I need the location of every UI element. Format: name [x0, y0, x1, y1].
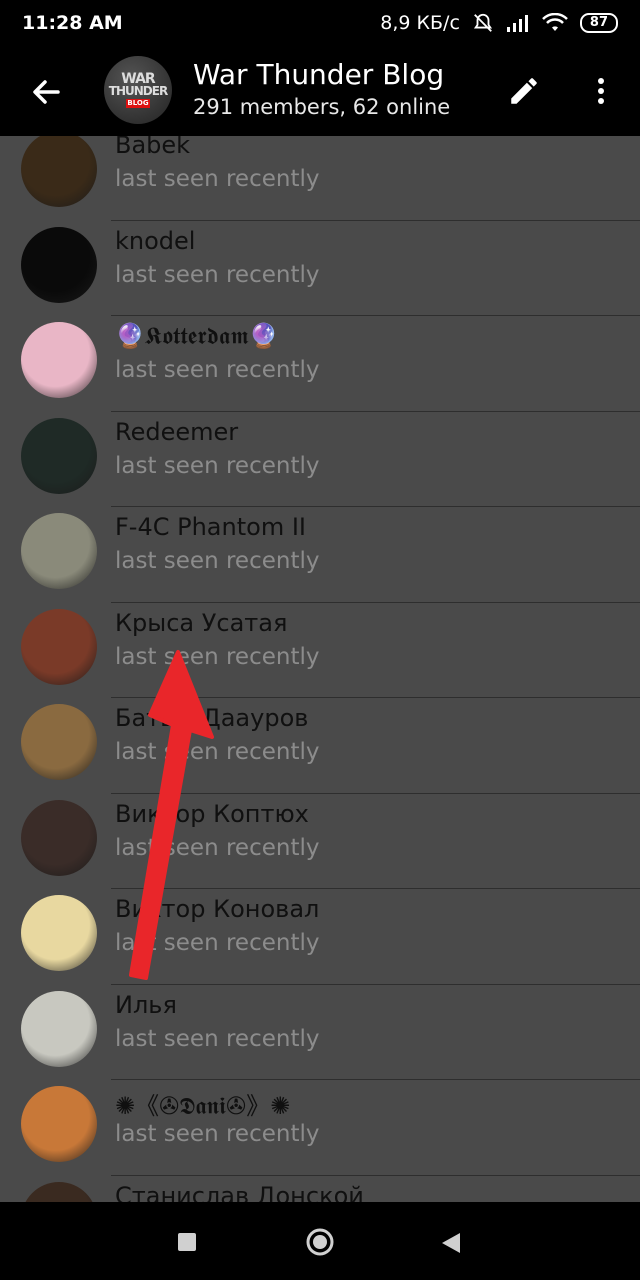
- member-status: last seen recently: [115, 166, 320, 192]
- status-bar: 11:28 AM 8,9 КБ/с 87: [0, 0, 640, 46]
- group-avatar-line-2: THUNDER: [108, 84, 168, 98]
- status-icons: 8,9 КБ/с 87: [380, 12, 618, 34]
- member-name: Виктор Коновал: [115, 895, 320, 923]
- member-name: Батыр Даауров: [115, 704, 309, 732]
- member-avatar[interactable]: [21, 1086, 97, 1162]
- member-name: knodel: [115, 226, 196, 255]
- member-name: F-4C Phantom II: [115, 513, 306, 541]
- member-avatar[interactable]: [21, 226, 97, 303]
- member-status: last seen recently: [115, 643, 320, 670]
- member-row[interactable]: knodel last seen recently: [0, 221, 640, 316]
- home-circle-icon[interactable]: [305, 1227, 335, 1257]
- chat-header: WAR THUNDER BLOG War Thunder Blog 291 me…: [0, 46, 640, 136]
- status-time: 11:28 AM: [22, 12, 123, 34]
- member-avatar[interactable]: [21, 1181, 97, 1202]
- signal-icon: [506, 15, 528, 32]
- group-title[interactable]: War Thunder Blog: [193, 58, 444, 91]
- member-status: last seen recently: [115, 1121, 320, 1147]
- member-status: last seen recently: [115, 357, 320, 383]
- member-row[interactable]: Redeemer last seen recently: [0, 412, 640, 507]
- member-status: last seen recently: [115, 834, 320, 861]
- wifi-icon: [542, 13, 568, 31]
- system-nav-bar: [0, 1202, 640, 1280]
- member-avatar[interactable]: [21, 322, 97, 398]
- mute-icon: [473, 13, 492, 32]
- member-avatar[interactable]: [21, 513, 97, 589]
- back-arrow-icon[interactable]: [26, 72, 66, 112]
- member-avatar[interactable]: [21, 990, 97, 1067]
- battery-indicator: 87: [579, 13, 618, 33]
- member-row[interactable]: Станислав Донской: [0, 1176, 640, 1203]
- member-status: last seen recently: [115, 452, 320, 479]
- group-avatar[interactable]: WAR THUNDER BLOG: [104, 56, 172, 124]
- member-row[interactable]: Крыса Усатая last seen recently: [0, 603, 640, 698]
- recents-square-icon[interactable]: [177, 1232, 197, 1252]
- member-row[interactable]: Батыр Даауров last seen recently: [0, 698, 640, 794]
- member-avatar[interactable]: [21, 895, 97, 971]
- member-row[interactable]: 🔮𝕶𝖔𝖙𝖙𝖊𝖗𝖉𝖆𝖒🔮 last seen recently: [0, 316, 640, 412]
- member-avatar[interactable]: [21, 608, 97, 685]
- member-avatar[interactable]: [21, 799, 97, 876]
- member-name: Redeemer: [115, 417, 239, 446]
- member-status: last seen recently: [115, 930, 320, 956]
- more-vert-icon[interactable]: [586, 74, 616, 108]
- member-name: Babek: [115, 136, 191, 159]
- member-row[interactable]: F-4C Phantom II last seen recently: [0, 507, 640, 603]
- member-avatar[interactable]: [21, 136, 97, 207]
- member-row[interactable]: ✺《✇𝕯𝖆𝖓𝖎✇》✺ last seen recently: [0, 1080, 640, 1176]
- member-name: 🔮𝕶𝖔𝖙𝖙𝖊𝖗𝖉𝖆𝖒🔮: [115, 322, 279, 350]
- member-name: Илья: [115, 990, 177, 1019]
- member-status: last seen recently: [115, 1025, 320, 1052]
- member-list: Babek last seen recently knodel last seen r…: [0, 136, 640, 1202]
- member-row[interactable]: Виктор Коновал last seen recently: [0, 889, 640, 985]
- member-avatar[interactable]: [21, 704, 97, 780]
- member-name: ✺《✇𝕯𝖆𝖓𝖎✇》✺: [115, 1092, 291, 1120]
- back-triangle-icon[interactable]: [440, 1231, 462, 1255]
- member-row[interactable]: Илья last seen recently: [0, 985, 640, 1080]
- group-subtitle: 291 members, 62 online: [193, 95, 451, 119]
- member-name: Виктор Коптюх: [115, 799, 309, 828]
- member-status: last seen recently: [115, 261, 320, 288]
- network-speed: 8,9 КБ/с: [380, 12, 460, 34]
- member-row[interactable]: Babek last seen recently: [0, 136, 640, 221]
- member-name: Крыса Усатая: [115, 608, 288, 637]
- pencil-icon[interactable]: [507, 74, 541, 108]
- group-avatar-line-3: BLOG: [126, 99, 150, 108]
- member-avatar[interactable]: [21, 417, 97, 494]
- member-status: last seen recently: [115, 548, 320, 574]
- member-status: last seen recently: [115, 739, 320, 765]
- member-row[interactable]: Виктор Коптюх last seen recently: [0, 794, 640, 889]
- member-name: Станислав Донской: [115, 1181, 364, 1203]
